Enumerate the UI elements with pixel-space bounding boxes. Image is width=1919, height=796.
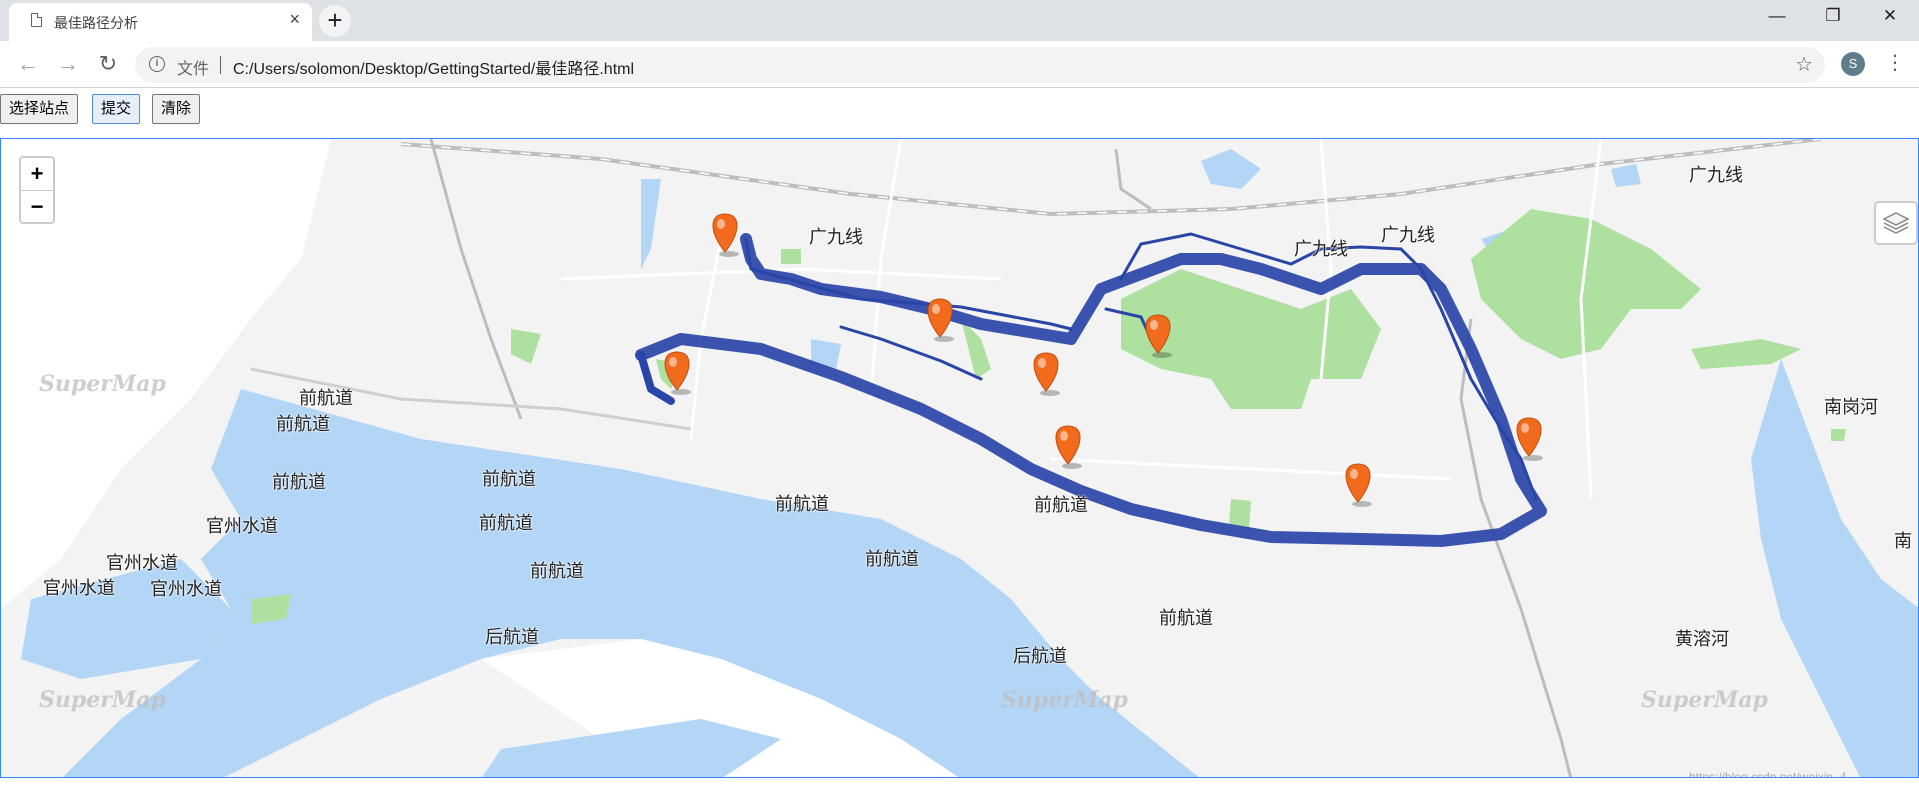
document-icon [31,13,42,27]
supermap-watermark: SuperMap [39,687,166,713]
bookmark-star-icon[interactable]: ☆ [1795,52,1813,77]
select-stations-button[interactable]: 选择站点 [0,94,79,124]
forward-icon[interactable]: → [53,51,83,77]
supermap-watermark: SuperMap [1001,687,1128,713]
zoom-out-button[interactable]: − [21,191,53,223]
label-qianhang-channel: 前航道 [482,469,536,490]
label-qianhang-channel: 前航道 [272,472,326,493]
info-icon[interactable]: i [149,56,165,72]
minimize-button[interactable]: — [1757,6,1797,26]
supermap-watermark: SuperMap [1641,687,1768,713]
tab-close-button[interactable]: × [289,9,300,29]
label-guangjiu-line: 广九线 [1294,239,1348,260]
zoom-in-button[interactable]: + [21,158,53,191]
label-guanzhou-waterway: 官州水道 [150,579,222,600]
label-qianhang-channel: 前航道 [479,513,533,534]
zoom-control: + − [19,156,55,224]
browser-tab[interactable]: 最佳路径分析 × [9,3,312,41]
file-scheme-label: 文件 [177,61,210,78]
submit-button[interactable]: 提交 [92,94,141,124]
back-icon[interactable]: ← [13,51,43,77]
label-guanzhou-waterway: 官州水道 [106,553,178,574]
label-qianhang-channel: 前航道 [299,388,353,409]
label-guanzhou-waterway: 官州水道 [43,578,115,599]
browser-menu-icon[interactable]: ⋮ [1885,48,1905,78]
label-qianhang-channel: 前航道 [1034,495,1088,516]
label-qianhang-channel: 前航道 [865,549,919,570]
supermap-watermark: SuperMap [39,371,166,397]
label-qianhang-channel: 前航道 [276,414,330,435]
restore-button[interactable]: ❐ [1813,6,1853,26]
browser-tab-strip: 最佳路径分析 × + — ❐ ✕ [0,0,1919,41]
label-qianhang-channel: 前航道 [775,494,829,515]
layers-icon [1882,212,1910,234]
label-houhang-channel: 后航道 [485,627,539,648]
label-qianhang-channel: 前航道 [1159,608,1213,629]
tab-title: 最佳路径分析 [54,15,138,31]
reload-icon[interactable]: ↻ [93,51,123,77]
browser-toolbar: ← → ↻ i 文件 C:/Users/solomon/Desktop/Gett… [0,41,1919,88]
label-qianhang-channel: 前航道 [530,561,584,582]
address-separator [220,56,221,74]
map-container[interactable]: SuperMap SuperMap SuperMap SuperMap 广九线 … [0,138,1919,778]
map-canvas [1,139,1918,777]
label-houhang-channel: 后航道 [1013,646,1067,667]
label-guangjiu-line: 广九线 [1381,225,1435,246]
address-url[interactable]: C:/Users/solomon/Desktop/GettingStarted/… [233,55,634,79]
layers-button[interactable] [1874,201,1918,245]
close-window-button[interactable]: ✕ [1870,6,1910,26]
profile-avatar[interactable]: S [1841,52,1865,76]
new-tab-button[interactable]: + [319,5,351,37]
map-credit: https://blog.csdn.net/weixin_4… [1689,770,1859,778]
label-huangcun-river: 黄溶河 [1675,629,1729,650]
address-bar[interactable]: i 文件 C:/Users/solomon/Desktop/GettingSta… [135,47,1825,83]
label-guangjiu-line: 广九线 [1689,165,1743,186]
label-nangang-river: 南岗河 [1824,397,1878,418]
clear-button[interactable]: 清除 [152,94,201,124]
label-guanzhou-waterway: 官州水道 [206,516,278,537]
label-nan: 南 [1894,531,1912,552]
label-guangjiu-line: 广九线 [809,227,863,248]
